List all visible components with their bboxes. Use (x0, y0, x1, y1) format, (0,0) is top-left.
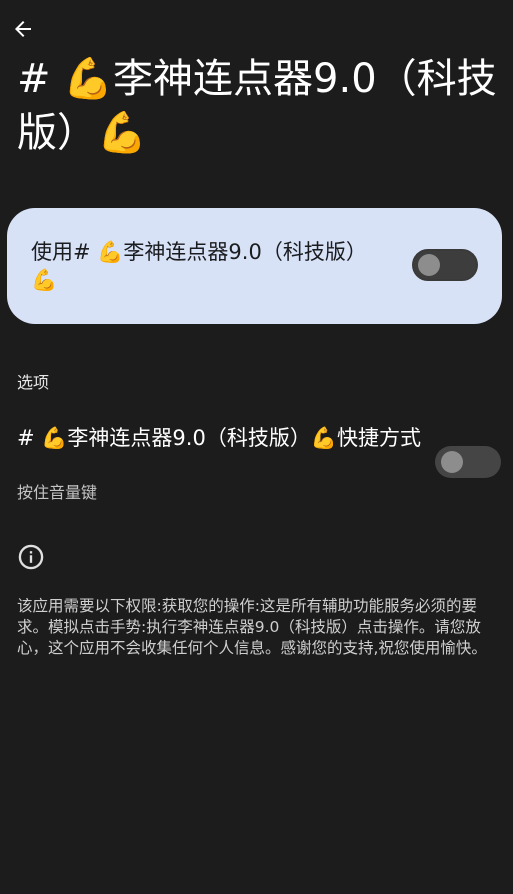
permission-info-text: 该应用需要以下权限:获取您的操作:这是所有辅助功能服务必须的要求。模拟点击手势:… (17, 597, 487, 657)
back-button[interactable] (6, 12, 40, 46)
options-section-header: 选项 (17, 373, 50, 392)
shortcut-switch-thumb (441, 451, 463, 473)
main-switch-card[interactable]: 使用# 💪李神连点器9.0（科技版）💪 (7, 208, 502, 324)
shortcut-preference-row[interactable]: # 💪李神连点器9.0（科技版）💪快捷方式 按住音量键 (0, 418, 513, 514)
main-switch-toggle[interactable] (412, 249, 478, 281)
page-title: # 💪李神连点器9.0（科技版）💪 (17, 56, 497, 156)
shortcut-switch-toggle[interactable] (435, 446, 501, 478)
info-icon (18, 544, 44, 570)
shortcut-title: # 💪李神连点器9.0（科技版）💪快捷方式 (17, 426, 421, 450)
main-switch-thumb (418, 254, 440, 276)
accessibility-settings-page: # 💪李神连点器9.0（科技版）💪 使用# 💪李神连点器9.0（科技版）💪 选项… (0, 0, 513, 894)
main-switch-label: 使用# 💪李神连点器9.0（科技版）💪 (31, 240, 367, 292)
shortcut-summary: 按住音量键 (17, 483, 98, 502)
arrow-back-icon (15, 21, 31, 37)
